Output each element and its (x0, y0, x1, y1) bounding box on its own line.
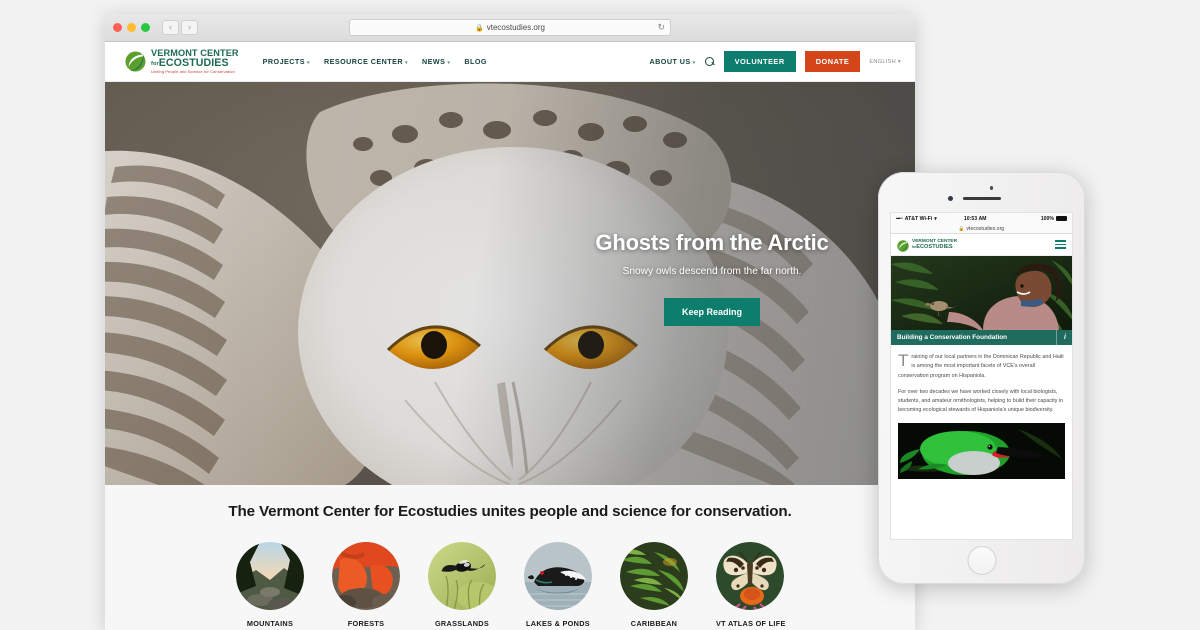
phone-hero-image (891, 256, 1072, 330)
carrier-label: AT&T Wi-Fi (904, 215, 933, 222)
browser-window: ‹ › 🔒 vtecostudies.org ↻ VERMONT CENTER … (105, 14, 915, 630)
category-list: MOUNTAINS FORESTS GRASSLANDS LAKES & PON… (105, 542, 915, 628)
nav-item-projects[interactable]: PROJECTS ▾ (263, 57, 310, 66)
phone-address-bar[interactable]: 🔒 vtecostudies.org (891, 224, 1072, 234)
nav-item-blog[interactable]: BLOG (464, 57, 487, 66)
phone-article-photo (898, 422, 1065, 479)
nav-item-about-us[interactable]: ABOUT US ▾ (650, 57, 696, 66)
lakes-ponds-thumbnail (524, 542, 592, 610)
home-button[interactable] (967, 546, 996, 575)
chevron-down-icon: ▾ (897, 58, 901, 65)
close-window-icon[interactable] (113, 23, 122, 32)
page-tagline: The Vermont Center for Ecostudies unites… (228, 503, 792, 520)
maximize-window-icon[interactable] (141, 23, 150, 32)
site-header: VERMONT CENTER forECOSTUDIES Uniting Peo… (105, 42, 915, 82)
battery-percent: 100% (1040, 215, 1054, 222)
forests-thumbnail (332, 542, 400, 610)
wifi-icon: ▾ (934, 215, 937, 222)
caribbean-thumbnail (620, 542, 688, 610)
phone-status-bar: ▪▪▪▫▫ AT&T Wi-Fi ▾ 10:53 AM 100% (891, 213, 1072, 224)
vt-atlas-of-life-thumbnail (716, 542, 784, 610)
forward-icon[interactable]: › (181, 20, 198, 35)
leaf-logo-icon (897, 239, 909, 252)
chevron-down-icon: ▾ (447, 60, 451, 66)
header-right-group: ABOUT US ▾ VOLUNTEER DONATE ENGLISH ▾ (650, 51, 901, 72)
main-navigation: PROJECTS ▾ RESOURCE CENTER ▾ NEWS ▾ BLOG (263, 57, 487, 66)
earpiece-speaker (962, 197, 1001, 200)
logo-tagline: Uniting People and Science for Conservat… (151, 68, 235, 74)
nav-item-news[interactable]: NEWS ▾ (422, 57, 450, 66)
phone-article-caption: Building a Conservation Foundation i (891, 330, 1072, 345)
logo-line-2: forECOSTUDIES (151, 57, 229, 70)
category-label: GRASSLANDS (434, 619, 490, 628)
chevron-down-icon: ▾ (692, 60, 696, 66)
article-paragraph-1: Training of our local partners in the Do… (898, 351, 1064, 379)
battery-icon (1055, 216, 1067, 221)
site-logo[interactable]: VERMONT CENTER forECOSTUDIES Uniting Peo… (125, 48, 239, 74)
phone-article-body: Training of our local partners in the Do… (891, 345, 1072, 416)
iphone-device: ▪▪▪▫▫ AT&T Wi-Fi ▾ 10:53 AM 100% 🔒 vteco… (878, 172, 1085, 584)
lock-icon: 🔒 (475, 24, 484, 32)
nav-item-resource-center[interactable]: RESOURCE CENTER ▾ (324, 57, 408, 66)
leaf-logo-icon (125, 51, 146, 72)
phone-url-text: vtecostudies.org (966, 225, 1005, 232)
phone-site-header: VERMONT CENTER forECOSTUDIES (891, 234, 1072, 256)
category-forests[interactable]: FORESTS (332, 542, 400, 628)
search-icon[interactable] (704, 56, 715, 67)
info-icon[interactable]: i (1056, 330, 1066, 345)
logo-for-text: for (151, 61, 159, 68)
address-bar[interactable]: 🔒 vtecostudies.org ↻ (349, 19, 671, 36)
window-traffic-lights[interactable] (113, 23, 150, 32)
back-icon[interactable]: ‹ (162, 20, 179, 35)
proximity-sensor-icon (989, 186, 993, 190)
front-camera-icon (948, 196, 953, 201)
hero-copy: Ghosts from the Arctic Snowy owls descen… (547, 230, 877, 326)
browser-chrome: ‹ › 🔒 vtecostudies.org ↻ (105, 14, 915, 42)
category-lakes-ponds[interactable]: LAKES & PONDS (524, 542, 592, 628)
category-label: CARIBBEAN (630, 619, 678, 628)
caption-text: Building a Conservation Foundation (897, 334, 1008, 341)
category-grasslands[interactable]: GRASSLANDS (428, 542, 496, 628)
category-label: MOUNTAINS (246, 619, 294, 628)
category-label: FORESTS (347, 619, 385, 628)
phone-screen: ▪▪▪▫▫ AT&T Wi-Fi ▾ 10:53 AM 100% 🔒 vteco… (890, 212, 1073, 540)
category-label: VT ATLAS OF LIFE (716, 619, 786, 628)
signal-bars-icon: ▪▪▪▫▫ (896, 215, 903, 222)
lock-icon: 🔒 (958, 225, 965, 231)
category-caribbean[interactable]: CARIBBEAN (620, 542, 688, 628)
donate-button[interactable]: DONATE (804, 51, 861, 72)
hero-title: Ghosts from the Arctic (595, 230, 829, 255)
category-vt-atlas-of-life[interactable]: VT ATLAS OF LIFE (716, 542, 786, 628)
hero-banner: Ghosts from the Arctic Snowy owls descen… (105, 82, 915, 485)
category-label: LAKES & PONDS (526, 619, 590, 628)
screenshot-stage: ‹ › 🔒 vtecostudies.org ↻ VERMONT CENTER … (0, 0, 1200, 630)
article-paragraph-2: For over two decades we have worked clos… (898, 388, 1064, 414)
hamburger-icon[interactable] (1055, 240, 1066, 249)
mountains-thumbnail (236, 542, 304, 610)
chevron-down-icon: ▾ (405, 60, 408, 66)
intro-section: The Vermont Center for Ecostudies unites… (105, 485, 915, 630)
status-time: 10:53 AM (963, 215, 987, 222)
grasslands-thumbnail (428, 542, 496, 610)
phone-site-logo[interactable]: VERMONT CENTER forECOSTUDIES (897, 239, 957, 252)
volunteer-button[interactable]: VOLUNTEER (723, 51, 796, 72)
reload-icon[interactable]: ↻ (657, 22, 665, 33)
language-selector[interactable]: ENGLISH ▾ (869, 59, 901, 65)
phone-logo-line-2: forECOSTUDIES (912, 244, 953, 251)
browser-nav-buttons[interactable]: ‹ › (162, 20, 198, 35)
category-mountains[interactable]: MOUNTAINS (236, 542, 304, 628)
hero-subtitle: Snowy owls descend from the far north. (622, 266, 802, 277)
address-bar-url: vtecostudies.org (486, 23, 545, 32)
keep-reading-button[interactable]: Keep Reading (663, 298, 760, 326)
minimize-window-icon[interactable] (127, 23, 136, 32)
chevron-down-icon: ▾ (307, 60, 310, 66)
